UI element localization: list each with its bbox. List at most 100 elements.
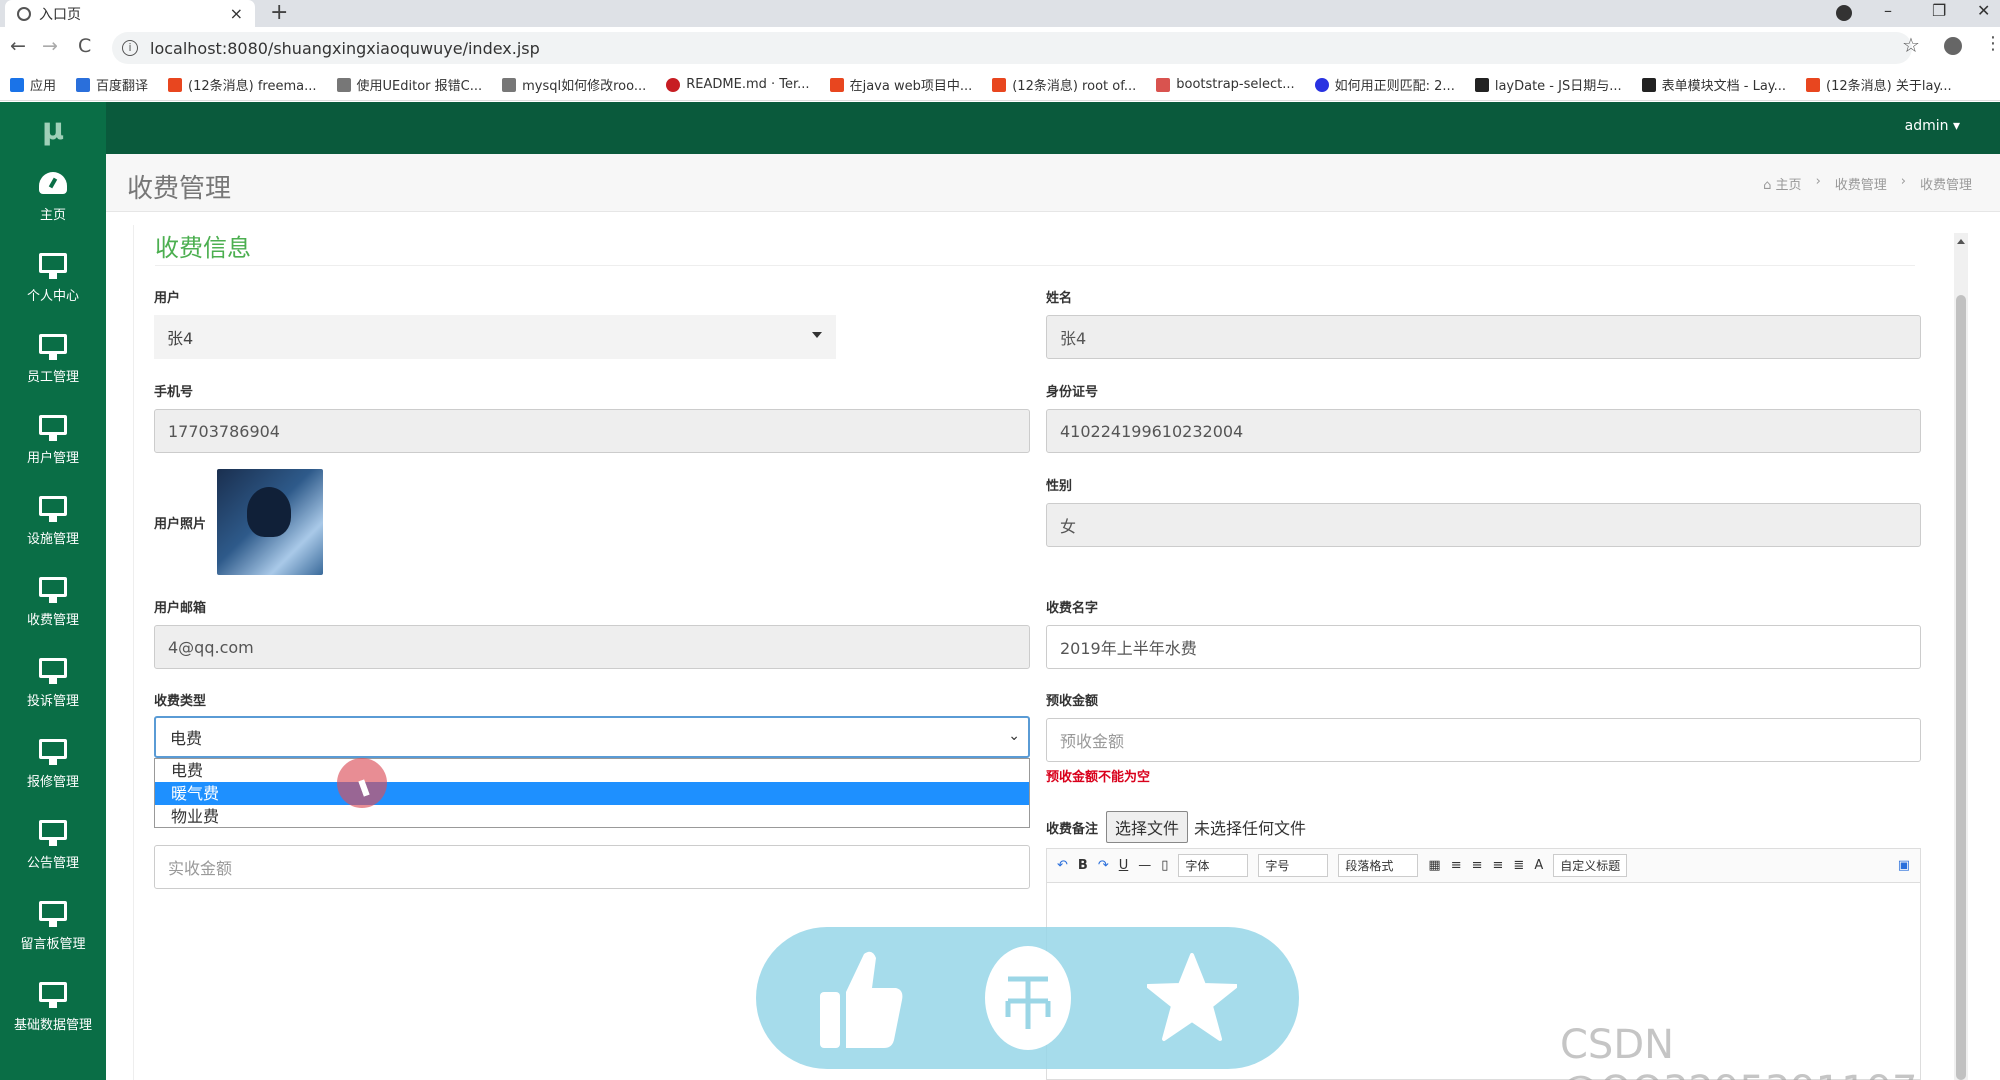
bookmarks-bar: 应用 百度翻译 (12条消息) freema... 使用UEditor 报错C.… [0, 69, 2000, 101]
gender-field[interactable]: 女 [1046, 503, 1921, 547]
account-icon[interactable] [1944, 37, 1962, 55]
bookmark-item[interactable]: (12条消息) root of... [992, 75, 1136, 94]
custom-title-select[interactable]: 自定义标题 [1553, 854, 1628, 877]
font-color-button[interactable]: A [1534, 858, 1543, 873]
thumbs-up-icon[interactable] [812, 945, 912, 1051]
minimize-button[interactable]: – [1884, 0, 1892, 27]
font-size-select[interactable]: 字号 [1258, 854, 1329, 877]
horizontal-rule-icon[interactable]: — [1138, 858, 1151, 873]
paragraph-format-select[interactable]: 段落格式 [1338, 854, 1419, 877]
bookmark-item[interactable]: 表单模块文档 - Lay... [1641, 75, 1786, 94]
scroll-up-arrow-icon[interactable] [1957, 239, 1965, 244]
sidebar-item-complaints[interactable]: 投诉管理 [0, 643, 106, 724]
sidebar-item-notices[interactable]: 公告管理 [0, 805, 106, 886]
close-window-button[interactable]: ✕ [1977, 0, 1990, 27]
phone-field[interactable]: 17703786904 [154, 409, 1030, 453]
monitor-icon [39, 739, 67, 765]
bold-button[interactable]: B [1078, 858, 1088, 873]
bookmark-item[interactable]: README.md · Ter... [666, 77, 810, 92]
reload-button[interactable]: C [78, 35, 91, 57]
breadcrumb-home[interactable]: ⌂ 主页 [1763, 174, 1801, 193]
align-center-icon[interactable]: ≡ [1472, 858, 1483, 873]
table-icon[interactable]: ▦ [1428, 858, 1440, 873]
name-field[interactable]: 张4 [1046, 315, 1921, 359]
choose-file-button[interactable]: 选择文件 [1106, 811, 1189, 843]
fee-type-select[interactable]: 电费 ⌄ [154, 716, 1030, 758]
chevron-down-icon: ⌄ [1008, 728, 1020, 744]
user-label: 用户 [154, 291, 181, 306]
floating-action-bar [756, 927, 1299, 1069]
sidebar-item-repairs[interactable]: 报修管理 [0, 724, 106, 805]
sidebar-item-users[interactable]: 用户管理 [0, 400, 106, 481]
sidebar: μ 主页 个人中心 员工管理 用户管理 设施管理 收费管理 投诉管理 报修管理 … [0, 102, 106, 1080]
align-right-icon[interactable]: ≡ [1493, 858, 1504, 873]
undo-icon[interactable]: ↶ [1057, 858, 1068, 873]
home-icon: ⌂ [1763, 178, 1776, 193]
watermark: CSDN @QQ3295391197 [1560, 1022, 1917, 1080]
bookmark-item[interactable]: (12条消息) freema... [168, 75, 317, 94]
fee-name-field[interactable]: 2019年上半年水费 [1046, 625, 1921, 669]
url-input[interactable]: i localhost:8080/shuangxingxiaoquwuye/in… [112, 32, 1912, 64]
sidebar-item-staff[interactable]: 员工管理 [0, 319, 106, 400]
sidebar-item-home[interactable]: 主页 [0, 157, 106, 238]
bookmark-item[interactable]: mysql如何修改roo... [502, 75, 646, 94]
bookmark-star-icon[interactable]: ☆ [1902, 33, 1920, 57]
bookmark-item[interactable]: (12条消息) 关于lay... [1806, 75, 1952, 94]
breadcrumb-fees[interactable]: 收费管理 [1835, 174, 1887, 193]
csdn-icon [1806, 77, 1821, 92]
forward-button[interactable]: → [42, 35, 58, 57]
bookmark-item[interactable]: 百度翻译 [76, 75, 148, 94]
star-icon[interactable] [1142, 945, 1242, 1051]
browser-tab-strip: 入口页 × + – ❐ ✕ [0, 0, 2000, 27]
sidebar-item-basedata[interactable]: 基础数据管理 [0, 967, 106, 1048]
fullscreen-icon[interactable]: ▣ [1898, 858, 1910, 873]
page-title: 收费管理 [127, 174, 232, 204]
bookmark-item[interactable]: 如何用正则匹配: 2... [1314, 75, 1455, 94]
bookmark-item[interactable]: layDate - JS日期与... [1474, 75, 1622, 94]
expected-amount-error: 预收金额不能为空 [1046, 770, 1151, 785]
align-justify-icon[interactable]: ≣ [1513, 858, 1524, 873]
sidebar-item-messageboard[interactable]: 留言板管理 [0, 886, 106, 967]
sidebar-item-fees[interactable]: 收费管理 [0, 562, 106, 643]
gitee-icon [666, 77, 681, 92]
tab-close-button[interactable]: × [230, 4, 243, 23]
sidebar-item-facilities[interactable]: 设施管理 [0, 481, 106, 562]
align-left-icon[interactable]: ≡ [1451, 858, 1462, 873]
new-tab-button[interactable]: + [270, 0, 288, 27]
monitor-icon [39, 658, 67, 684]
coin-icon[interactable] [978, 945, 1078, 1051]
admin-menu[interactable]: admin ▾ [1905, 118, 1960, 134]
fee-type-option[interactable]: 物业费 [155, 805, 1029, 828]
app-logo[interactable]: μ [0, 102, 106, 157]
bookmark-apps[interactable]: 应用 [10, 75, 56, 94]
profile-icon[interactable] [1836, 5, 1852, 21]
breadcrumb-separator: › [1900, 174, 1906, 189]
app-topbar: admin ▾ [106, 102, 2000, 154]
baidu-translate-icon [76, 77, 91, 92]
page-icon[interactable]: ▯ [1161, 858, 1168, 873]
sidebar-item-profile[interactable]: 个人中心 [0, 238, 106, 319]
fee-type-option-highlighted[interactable]: 暖气费 [155, 782, 1029, 805]
user-select[interactable]: 张4 [154, 315, 836, 359]
bookmark-item[interactable]: 使用UEditor 报错C... [336, 75, 482, 94]
fee-type-option[interactable]: 电费 [155, 759, 1029, 782]
menu-kebab-icon[interactable]: ⋮ [1984, 33, 2000, 54]
bookmark-item[interactable]: bootstrap-select... [1156, 77, 1295, 92]
phone-label: 手机号 [154, 385, 194, 400]
site-info-icon[interactable]: i [122, 40, 138, 56]
browser-tab[interactable]: 入口页 × [5, 0, 255, 27]
redo-icon[interactable]: ↷ [1098, 858, 1109, 873]
bookmark-item[interactable]: 在java web项目中... [829, 75, 972, 94]
back-button[interactable]: ← [10, 35, 26, 57]
email-field[interactable]: 4@qq.com [154, 625, 1030, 669]
idcard-field[interactable]: 410224199610232004 [1046, 409, 1921, 453]
layui-icon [1474, 77, 1489, 92]
expected-amount-field[interactable]: 预收金额 [1046, 718, 1921, 762]
restore-button[interactable]: ❐ [1932, 0, 1946, 27]
monitor-icon [39, 253, 67, 279]
font-select[interactable]: 字体 [1178, 854, 1249, 877]
scrollbar[interactable] [1954, 233, 1968, 1080]
actual-amount-field[interactable]: 实收金额 [154, 845, 1030, 889]
underline-button[interactable]: U [1119, 858, 1129, 873]
scrollbar-thumb[interactable] [1956, 295, 1966, 1080]
